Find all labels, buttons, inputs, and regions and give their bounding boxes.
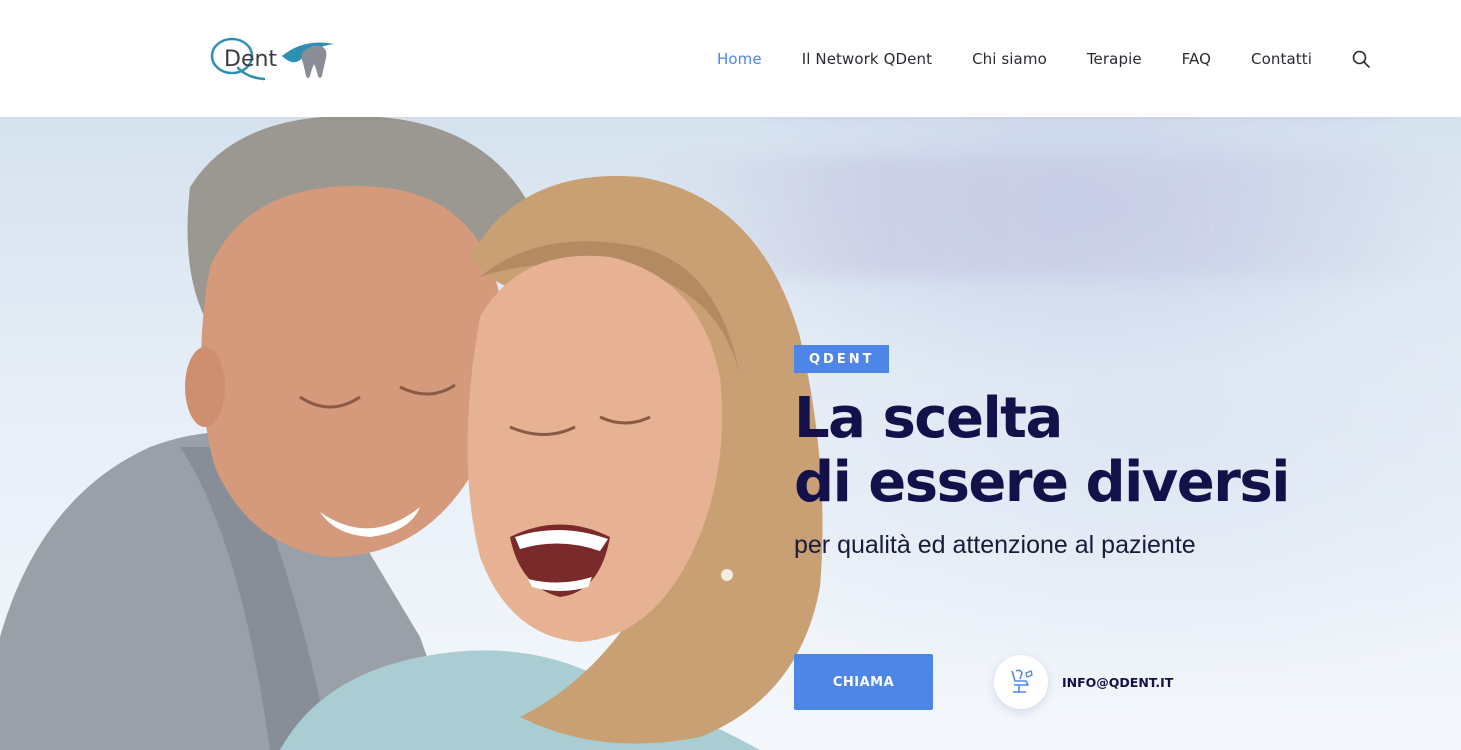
hero-section: QDENT La scelta di essere diversi per qu… xyxy=(0,117,1461,750)
nav-item-chi-siamo[interactable]: Chi siamo xyxy=(972,50,1047,68)
nav-item-faq[interactable]: FAQ xyxy=(1182,50,1211,68)
nav-item-home[interactable]: Home xyxy=(717,50,762,68)
nav-item-network[interactable]: Il Network QDent xyxy=(802,50,932,68)
call-button[interactable]: CHIAMA xyxy=(794,654,933,710)
main-nav: Home Il Network QDent Chi siamo Terapie … xyxy=(717,0,1370,117)
nav-item-contatti[interactable]: Contatti xyxy=(1251,50,1312,68)
email-icon-circle xyxy=(994,655,1048,709)
email-address: INFO@QDENT.IT xyxy=(1062,674,1174,690)
email-contact-link[interactable]: INFO@QDENT.IT xyxy=(994,655,1173,709)
qdent-logo[interactable]: Dent xyxy=(208,34,340,84)
hero-badge: QDENT xyxy=(794,345,890,373)
nav-item-terapie[interactable]: Terapie xyxy=(1087,50,1142,68)
hero-subtitle: per qualità ed attenzione al paziente xyxy=(794,531,1196,559)
hero-content: QDENT La scelta di essere diversi per qu… xyxy=(794,345,1414,560)
svg-text:Dent: Dent xyxy=(224,47,277,72)
hero-cta-row: CHIAMA INFO@QDENT.IT xyxy=(794,654,1173,710)
site-header: Dent Home Il Network QDent Chi siamo Ter… xyxy=(0,0,1461,117)
hero-headline-line2: di essere diversi xyxy=(794,450,1290,515)
hero-headline: La scelta di essere diversi xyxy=(794,387,1414,515)
hero-headline-line1: La scelta xyxy=(794,386,1063,451)
search-icon[interactable] xyxy=(1352,50,1370,68)
dental-chair-icon xyxy=(1011,669,1033,693)
